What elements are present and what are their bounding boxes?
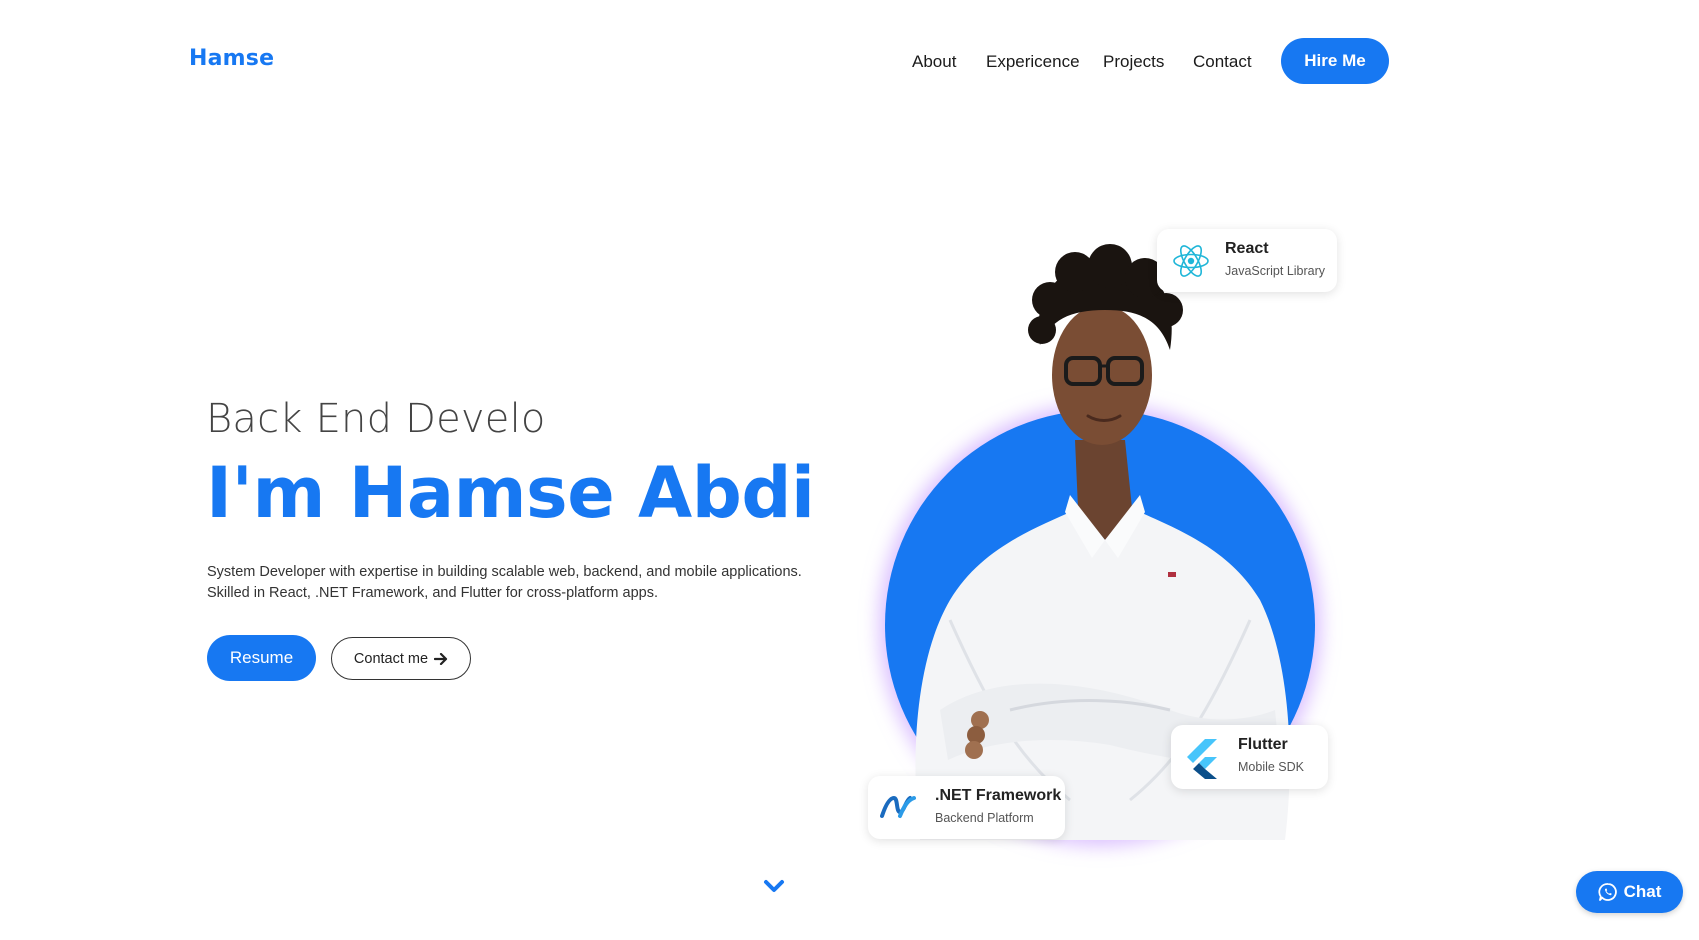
dotnet-icon [880,795,916,818]
dotnet-card-subtitle: Backend Platform [935,811,1034,825]
flutter-card-subtitle: Mobile SDK [1238,760,1304,774]
react-card-title: React [1225,240,1269,257]
nav-link-about[interactable]: About [912,52,956,72]
react-card-subtitle: JavaScript Library [1225,264,1326,278]
dotnet-card-title: .NET Framework [935,787,1062,804]
hero-headline: I'm Hamse Abdi [206,452,815,534]
chat-button[interactable]: Chat [1576,871,1683,913]
typed-role-subtitle: Back End Develo [206,396,546,442]
dotnet-card: .NET Framework Backend Platform [868,776,1065,839]
contact-me-button[interactable]: Contact me [331,637,471,680]
nav-link-projects[interactable]: Projects [1103,52,1164,72]
react-icon [1173,245,1209,277]
nav-link-contact[interactable]: Contact [1193,52,1252,72]
flutter-icon [1187,739,1217,779]
hero-description: System Developer with expertise in build… [207,562,827,604]
nav-link-experience[interactable]: Expericence [986,52,1080,72]
contact-me-label: Contact me [353,650,429,667]
flutter-card-title: Flutter [1238,736,1288,753]
whatsapp-icon [1598,883,1617,901]
flutter-card: Flutter Mobile SDK [1171,725,1328,789]
arrow-right-icon [434,652,448,665]
hero-description-line-1: System Developer with expertise in build… [207,564,802,580]
main-nav: About Expericence Projects Contact Hire … [0,38,1699,86]
chevron-down-icon[interactable] [763,879,785,893]
chat-button-label: Chat [1623,882,1662,901]
hire-me-button[interactable]: Hire Me [1281,38,1389,84]
react-card: React JavaScript Library [1157,229,1337,292]
hero-description-line-2: Skilled in React, .NET Framework, and Fl… [207,585,658,601]
resume-button[interactable]: Resume [207,635,316,681]
